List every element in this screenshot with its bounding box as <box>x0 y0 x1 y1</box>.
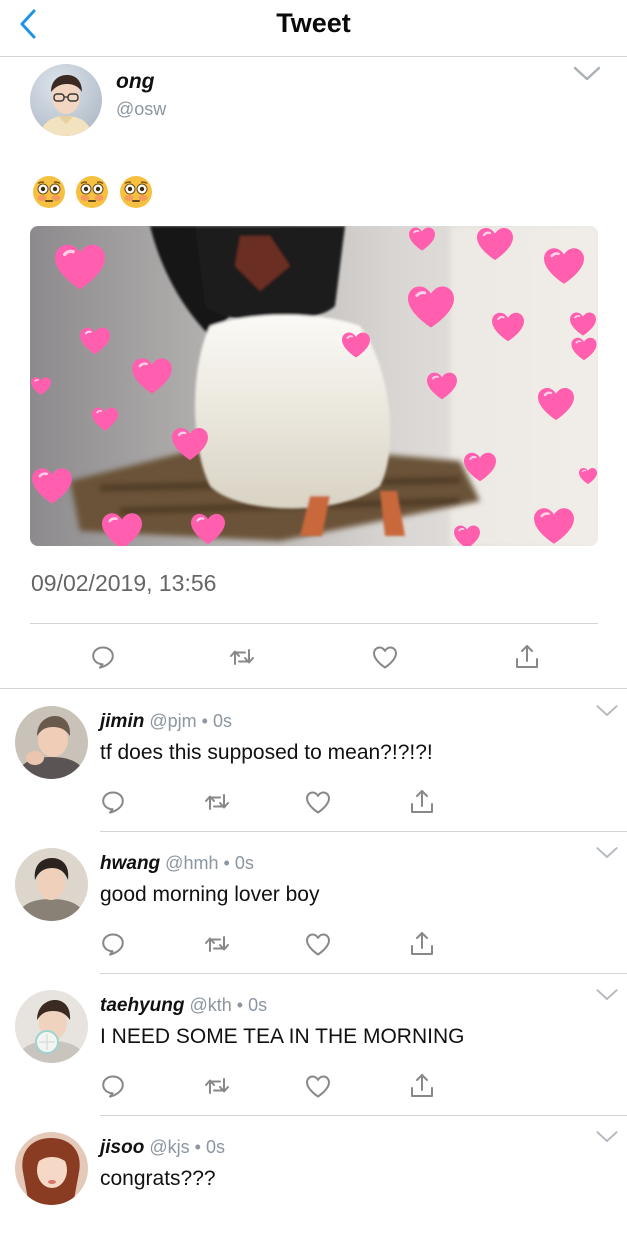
handle: @kjs <box>149 1137 190 1157</box>
penguin-hearts-image <box>30 226 598 546</box>
tweet-text <box>31 174 157 214</box>
relative-time: 0s <box>212 711 232 731</box>
reply-tweet[interactable]: taehyung @kth • 0s I NEED SOME TEA IN THE… <box>0 974 627 1116</box>
display-name: jisoo <box>100 1137 145 1158</box>
share-button[interactable] <box>512 642 542 672</box>
reply-button[interactable] <box>88 642 118 672</box>
reply-text: good morning lover boy <box>100 883 320 906</box>
reply-text: congrats??? <box>100 1167 216 1190</box>
display-name: jimin <box>100 711 145 732</box>
handle: @hmh <box>165 853 219 873</box>
retweet-button[interactable] <box>202 787 232 817</box>
reply-text: tf does this supposed to mean?!?!?! <box>100 741 433 764</box>
reply-button[interactable] <box>98 929 128 959</box>
reply-options-button[interactable] <box>595 1128 619 1146</box>
retweet-button[interactable] <box>227 642 257 672</box>
author-handle[interactable]: @osw <box>116 99 166 120</box>
page-title: Tweet <box>276 8 351 38</box>
reply-tweet[interactable]: jimin @pjm • 0s tf does this supposed to … <box>0 690 627 832</box>
retweet-icon <box>227 642 257 672</box>
meta-dot: • <box>194 1137 201 1157</box>
reply-options-button[interactable] <box>595 844 619 862</box>
tweet-media-image[interactable] <box>30 226 598 546</box>
author-avatar[interactable] <box>30 64 102 136</box>
tweet-options-button[interactable] <box>572 62 602 86</box>
display-name: hwang <box>100 853 161 874</box>
avatar-photo <box>15 848 88 921</box>
display-name: taehyung <box>100 995 185 1016</box>
like-icon <box>303 929 333 959</box>
like-button[interactable] <box>370 642 400 672</box>
share-icon <box>407 787 437 817</box>
like-button[interactable] <box>303 1071 333 1101</box>
reply-icon <box>98 929 128 959</box>
like-icon <box>370 642 400 672</box>
retweet-icon <box>202 1071 232 1101</box>
reply-button[interactable] <box>98 787 128 817</box>
tweet-timestamp: 09/02/2019, 13:56 <box>31 570 217 596</box>
reply-author-name[interactable]: taehyung @kth • 0s <box>100 995 267 1017</box>
reply-author-name[interactable]: hwang @hmh • 0s <box>100 853 254 875</box>
meta-dot: • <box>201 711 208 731</box>
like-icon <box>303 1071 333 1101</box>
relative-time: 0s <box>248 995 268 1015</box>
avatar-photo <box>15 706 88 779</box>
reply-text: I NEED SOME TEA IN THE MORNING <box>100 1025 465 1048</box>
retweet-icon <box>202 787 232 817</box>
handle: @kth <box>189 995 232 1015</box>
author-display-name[interactable]: ong <box>116 70 154 94</box>
retweet-button[interactable] <box>202 1071 232 1101</box>
reply-tweet[interactable]: jisoo @kjs • 0s congrats??? <box>0 1116 627 1258</box>
reply-tweet[interactable]: hwang @hmh • 0s good morning lover boy <box>0 832 627 974</box>
like-button[interactable] <box>303 787 333 817</box>
like-button[interactable] <box>303 929 333 959</box>
avatar[interactable] <box>15 848 88 921</box>
nav-header: Tweet <box>0 0 627 57</box>
share-icon <box>512 642 542 672</box>
reply-icon <box>88 642 118 672</box>
handle: @pjm <box>149 711 197 731</box>
avatar[interactable] <box>15 706 88 779</box>
relative-time: 0s <box>205 1137 225 1157</box>
reply-author-name[interactable]: jisoo @kjs • 0s <box>100 1137 225 1159</box>
reply-button[interactable] <box>98 1071 128 1101</box>
chevron-down-icon <box>595 844 619 862</box>
chevron-down-icon <box>595 986 619 1004</box>
like-icon <box>303 787 333 817</box>
retweet-button[interactable] <box>202 929 232 959</box>
avatar-photo <box>15 1132 88 1205</box>
flushed-face-emoji <box>76 176 109 208</box>
divider <box>0 688 627 689</box>
reply-options-button[interactable] <box>595 702 619 720</box>
share-icon <box>407 929 437 959</box>
share-button[interactable] <box>407 929 437 959</box>
flushed-face-emoji <box>33 176 65 208</box>
chevron-down-icon <box>572 62 602 86</box>
share-icon <box>407 1071 437 1101</box>
chevron-down-icon <box>595 1128 619 1146</box>
divider <box>30 623 598 624</box>
avatar[interactable] <box>15 1132 88 1205</box>
share-button[interactable] <box>407 1071 437 1101</box>
share-button[interactable] <box>407 787 437 817</box>
avatar[interactable] <box>15 990 88 1063</box>
reply-author-name[interactable]: jimin @pjm • 0s <box>100 711 232 733</box>
author-avatar-photo <box>30 64 102 136</box>
reply-icon <box>98 787 128 817</box>
avatar-photo <box>15 990 88 1063</box>
chevron-down-icon <box>595 702 619 720</box>
retweet-icon <box>202 929 232 959</box>
reply-options-button[interactable] <box>595 986 619 1004</box>
meta-dot: • <box>223 853 230 873</box>
meta-dot: • <box>236 995 244 1015</box>
relative-time: 0s <box>234 853 254 873</box>
flushed-face-emoji <box>119 176 152 208</box>
reply-icon <box>98 1071 128 1101</box>
